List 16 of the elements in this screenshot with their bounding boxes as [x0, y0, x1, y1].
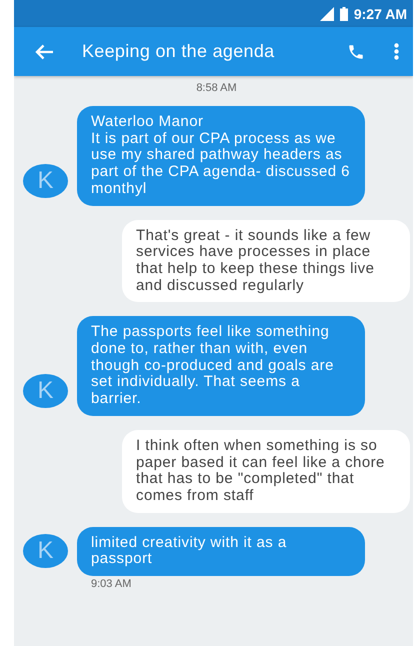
avatar: K — [23, 164, 68, 198]
timestamp: 9:03 AM — [91, 578, 132, 590]
avatar: K — [23, 534, 68, 568]
back-arrow-icon[interactable] — [35, 44, 54, 60]
message-bubble: Waterloo Manor It is part of our CPA process as we use my shared pathway headers as part of the CPA agenda- discussed 6 monthyl — [77, 106, 365, 206]
battery-icon — [340, 6, 348, 20]
message-bubble: limited creativity with it as a passport — [77, 526, 365, 576]
message-bubble: That's great - it sounds like a few services have processes in place that help to keep these things live and discussed regularly — [122, 220, 410, 302]
signal-icon — [320, 6, 334, 20]
status-time: 9:27 AM — [354, 6, 407, 22]
more-options-icon[interactable] — [394, 43, 399, 60]
message-bubble: The passports feel like something done to, rather than with, even though co-produced and goals are set individually. That seems a barrier. — [77, 316, 365, 416]
conversation-title: Keeping on the agenda — [82, 41, 276, 62]
message-bubble: I think often when something is so paper based it can feel like a chore that has to be "completed" that comes from staff — [122, 430, 410, 513]
timestamp: 8:58 AM — [196, 82, 237, 94]
avatar: K — [23, 374, 68, 408]
